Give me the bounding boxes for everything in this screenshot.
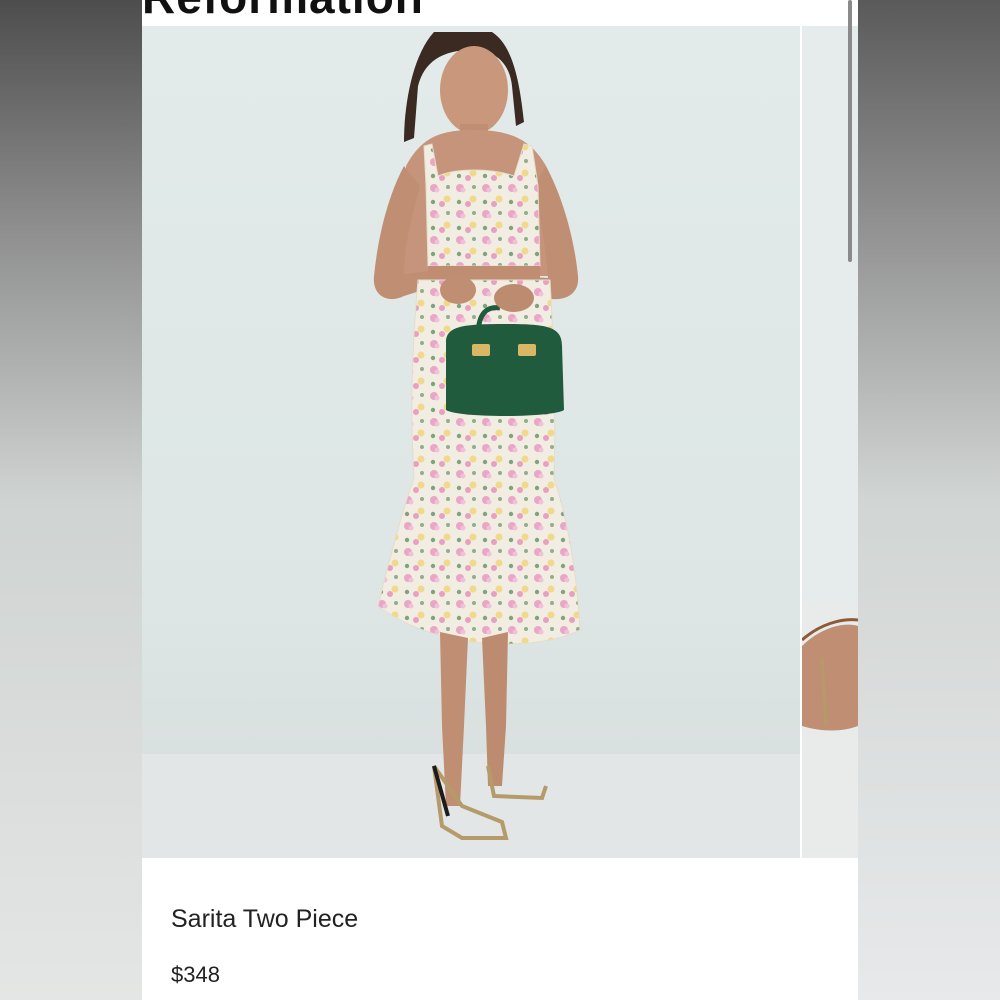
product-price: $348 xyxy=(171,962,220,987)
product-image-carousel[interactable] xyxy=(142,26,858,858)
model-illustration xyxy=(373,32,581,840)
brand-logo[interactable]: Reformation xyxy=(142,0,424,24)
product-info: Sarita Two Piece $348 xyxy=(142,858,858,1000)
scrollbar[interactable] xyxy=(848,0,852,262)
blurred-background-right xyxy=(858,0,1000,1000)
phone-screen: Reformation xyxy=(142,0,858,1000)
product-name[interactable]: Sarita Two Piece xyxy=(171,905,358,934)
product-image[interactable] xyxy=(142,26,800,858)
blurred-background-left xyxy=(0,0,142,1000)
header: Reformation xyxy=(142,0,858,26)
